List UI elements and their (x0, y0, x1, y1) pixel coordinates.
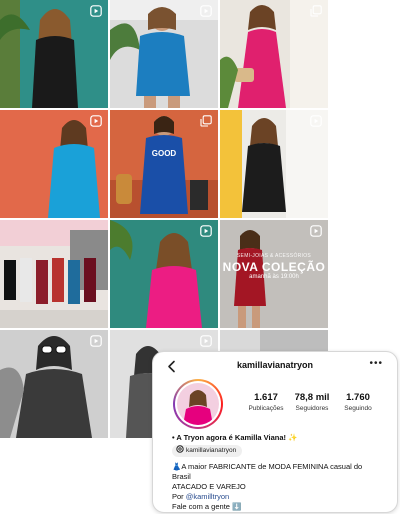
stat-following[interactable]: 1.760 Seguindo (331, 392, 385, 412)
bio-line-5: Fale com a gente ⬇️ (172, 502, 242, 511)
bio-line-4: Por @kamilltryon (172, 492, 229, 501)
reel-icon (200, 5, 212, 17)
avatar-ring-inner (175, 381, 221, 427)
profile-name-line: • A Tryon agora é Kamilla Viana! ✨ (172, 433, 298, 442)
post-tile[interactable] (220, 110, 328, 218)
bio-line-2: Brasil (172, 472, 191, 481)
bio-line-3: ATACADO E VAREJO (172, 482, 246, 491)
reel-icon (310, 115, 322, 127)
post-tile[interactable] (0, 330, 108, 438)
promo-eyebrow: SEMI-JOIAS & ACESSÓRIOS (236, 253, 312, 259)
post-photo (0, 220, 108, 328)
promo-title: NOVA COLEÇÃO (222, 260, 326, 274)
promo-subtitle: amanhã às 19:00h (249, 274, 299, 280)
carousel-icon (310, 5, 322, 17)
bio-line-4-prefix: Por (172, 492, 186, 501)
post-tile[interactable] (0, 220, 108, 328)
threads-icon (176, 445, 184, 453)
post-tile[interactable] (220, 0, 328, 108)
more-horizontal-icon[interactable]: ••• (369, 358, 383, 369)
bio-line-1: 👗A maior FABRICANTE de MODA FEMININA cas… (172, 462, 363, 471)
stat-following-label: Seguindo (344, 405, 372, 412)
profile-card: kamillavianatryon ••• 1.617 Publicações … (152, 351, 398, 513)
post-tile[interactable] (110, 220, 218, 328)
threads-badge[interactable]: kamillavianatryon (172, 445, 243, 457)
carousel-icon (200, 115, 212, 127)
svg-text:GOOD: GOOD (152, 149, 177, 158)
post-tile-promo[interactable]: SEMI-JOIAS & ACESSÓRIOS NOVA COLEÇÃO ama… (220, 220, 328, 328)
post-tile[interactable] (0, 110, 108, 218)
post-tile[interactable] (110, 0, 218, 108)
avatar[interactable] (173, 379, 223, 429)
profile-username: kamillavianatryon (236, 360, 314, 370)
post-tile[interactable]: GOOD (110, 110, 218, 218)
reel-icon (90, 5, 102, 17)
reel-icon (90, 335, 102, 347)
avatar-image (177, 383, 219, 425)
mention-link[interactable]: @kamilltryon (186, 492, 229, 501)
reel-icon (310, 225, 322, 237)
post-tile[interactable] (0, 0, 108, 108)
stat-following-value: 1.760 (346, 392, 370, 403)
threads-handle: kamillavianatryon (186, 447, 237, 454)
reel-icon (90, 115, 102, 127)
reel-icon (200, 225, 212, 237)
reel-icon (200, 335, 212, 347)
